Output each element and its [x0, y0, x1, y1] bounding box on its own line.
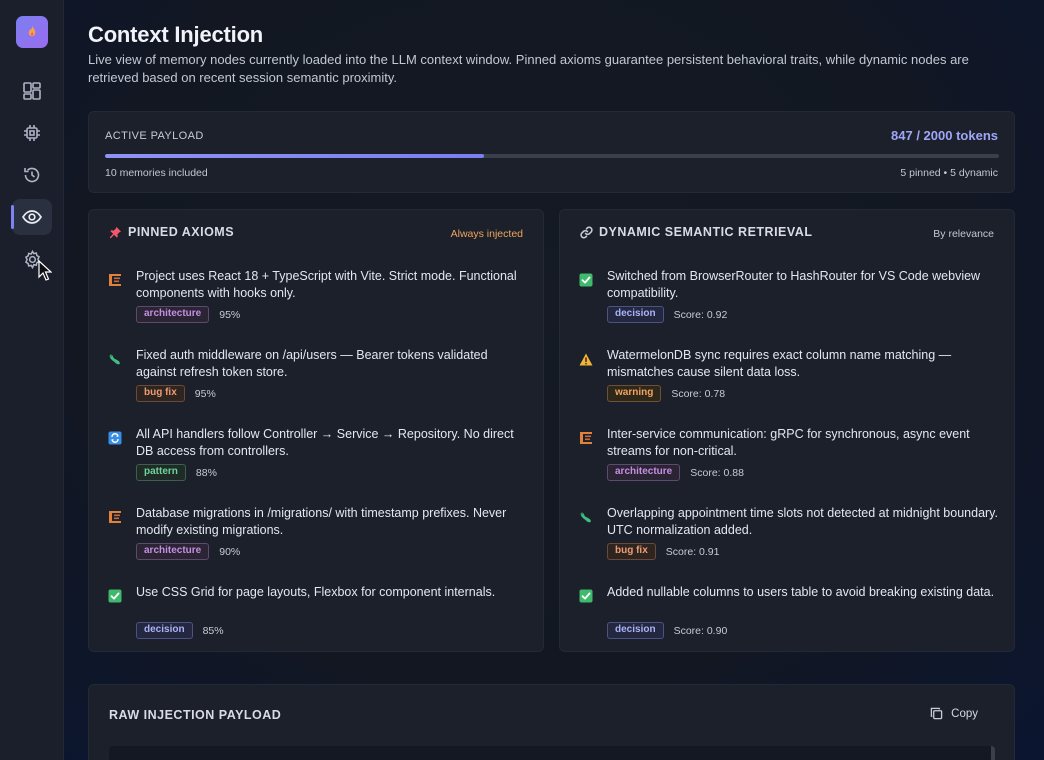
- category-tag: warning: [607, 385, 662, 402]
- memory-text: Overlapping appointment time slots not d…: [607, 506, 998, 537]
- copy-button[interactable]: Copy: [930, 707, 978, 720]
- relevance-score: 88%: [195, 466, 217, 479]
- memory-meta: bug fix Score: 0.91: [607, 543, 719, 560]
- page-description: Live view of memory nodes currently load…: [88, 52, 969, 85]
- memory-meta: architecture Score: 0.88: [607, 464, 744, 481]
- relevance-score: 90%: [219, 545, 241, 558]
- dynamic-retrieval-title: DYNAMIC SEMANTIC RETRIEVAL: [599, 225, 813, 239]
- check-icon: [107, 588, 123, 604]
- relevance-score: Score: 0.91: [665, 545, 720, 558]
- memory-text: Database migrations in /migrations/ with…: [136, 506, 507, 537]
- always-injected-label: Always injected: [450, 228, 523, 240]
- memory-text: All API handlers follow Controller → Ser…: [136, 427, 514, 458]
- relevance-score: Score: 0.88: [690, 466, 744, 479]
- bug-icon: [578, 509, 594, 525]
- memory-text: Fixed auth middleware on /api/users — Be…: [136, 348, 488, 379]
- category-tag: architecture: [136, 543, 210, 560]
- active-payload-label: ACTIVE PAYLOAD: [105, 130, 204, 142]
- active-payload-card: ACTIVE PAYLOAD 847 / 2000 tokens 10 memo…: [88, 111, 1015, 193]
- link-icon: [580, 226, 593, 238]
- raw-payload-card: RAW INJECTION PAYLOAD Copy: [88, 684, 1015, 760]
- mouse-cursor-icon: [38, 260, 52, 281]
- memory-text: Project uses React 18 + TypeScript with …: [136, 269, 517, 300]
- category-tag: pattern: [136, 464, 186, 481]
- category-tag: decision: [136, 622, 193, 639]
- page-title: Context Injection: [88, 22, 264, 47]
- relevance-score: 85%: [202, 624, 224, 637]
- sidebar-item-context[interactable]: [11, 199, 52, 235]
- check-icon: [578, 588, 594, 604]
- sidebar-item-memory[interactable]: [12, 115, 52, 151]
- memory-text: Added nullable columns to users table to…: [607, 585, 995, 599]
- category-tag: architecture: [136, 306, 210, 323]
- raw-payload-content[interactable]: [109, 746, 995, 760]
- memories-count: 10 memories included: [105, 167, 208, 179]
- memory-text: WatermelonDB sync requires exact column …: [607, 348, 952, 379]
- token-count: 847 / 2000 tokens: [891, 128, 998, 143]
- pin-icon: [109, 226, 122, 238]
- category-tag: architecture: [607, 464, 681, 481]
- category-tag: decision: [607, 306, 664, 323]
- memory-meta: decision 85%: [136, 622, 224, 639]
- warning-icon: [578, 351, 594, 367]
- flame-icon: [28, 26, 36, 37]
- dynamic-retrieval-panel: DYNAMIC SEMANTIC RETRIEVAL By relevance …: [559, 209, 1015, 652]
- app-logo[interactable]: [16, 16, 48, 48]
- copy-icon: [930, 707, 943, 720]
- relevance-score: Score: 0.92: [673, 308, 728, 321]
- architecture-icon: [107, 509, 123, 525]
- sort-by-relevance[interactable]: By relevance: [933, 228, 994, 240]
- bug-icon: [107, 351, 123, 367]
- sidebar-item-dashboard[interactable]: [12, 73, 52, 109]
- token-progress-bar: [105, 154, 999, 158]
- chip-icon: [24, 125, 40, 141]
- relevance-score: Score: 0.78: [671, 387, 726, 400]
- history-icon: [24, 167, 40, 183]
- category-tag: bug fix: [607, 543, 656, 560]
- sidebar-item-history[interactable]: [12, 157, 52, 193]
- memory-text: Use CSS Grid for page layouts, Flexbox f…: [136, 585, 496, 599]
- pinned-axioms-title: PINNED AXIOMS: [128, 225, 235, 239]
- category-tag: bug fix: [136, 385, 185, 402]
- app-frame: Context Injection Live view of memory no…: [0, 0, 1044, 760]
- relevance-score: 95%: [194, 387, 216, 400]
- eye-icon: [22, 210, 42, 224]
- memory-text: Inter-service communication: gRPC for sy…: [607, 427, 970, 458]
- architecture-icon: [578, 430, 594, 446]
- category-tag: decision: [607, 622, 664, 639]
- memory-meta: bug fix 95%: [136, 385, 216, 402]
- raw-payload-title: RAW INJECTION PAYLOAD: [109, 708, 282, 722]
- pinned-dynamic-split: 5 pinned • 5 dynamic: [900, 167, 998, 179]
- memory-text: Switched from BrowserRouter to HashRoute…: [607, 269, 981, 300]
- memory-meta: architecture 95%: [136, 306, 240, 323]
- token-progress-fill: [105, 154, 484, 158]
- sidebar: [0, 0, 64, 760]
- pattern-icon: [107, 430, 123, 446]
- memory-meta: architecture 90%: [136, 543, 240, 560]
- memory-meta: decision Score: 0.90: [607, 622, 727, 639]
- relevance-score: Score: 0.90: [673, 624, 728, 637]
- dashboard-icon: [23, 82, 41, 100]
- relevance-score: 95%: [219, 308, 241, 321]
- memory-meta: warning Score: 0.78: [607, 385, 725, 402]
- memory-meta: pattern 88%: [136, 464, 217, 481]
- dynamic-retrieval-header: DYNAMIC SEMANTIC RETRIEVAL: [580, 225, 812, 239]
- pinned-axioms-header: PINNED AXIOMS: [109, 225, 234, 239]
- check-icon: [578, 272, 594, 288]
- pinned-axioms-panel: PINNED AXIOMS Always injected Project us…: [88, 209, 544, 652]
- memory-meta: decision Score: 0.92: [607, 306, 727, 323]
- architecture-icon: [107, 272, 123, 288]
- copy-label: Copy: [951, 707, 978, 720]
